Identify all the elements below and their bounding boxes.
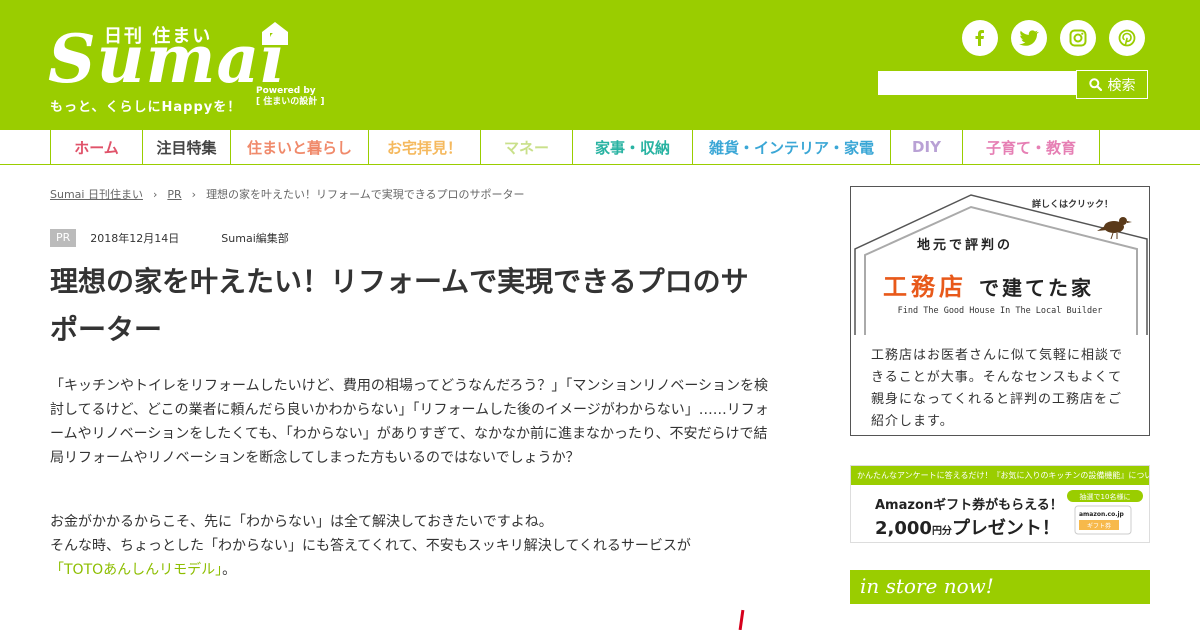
ad2-top-strip: かんたんなアンケートに答えるだけ！『お気に入りのキッチンの設備機能』について (851, 466, 1149, 485)
chevron-right-icon: › (152, 187, 158, 201)
nav-item-living[interactable]: 住まいと暮らし (231, 130, 369, 164)
gift-card-badge: 抽選で10名様に amazon.co.jp ギフト券 (1067, 490, 1143, 535)
nav-item-house-tour[interactable]: お宅拝見！ (369, 130, 481, 164)
ad-heading-builder: 工務店 (883, 273, 967, 301)
main-nav: ホーム 注目特集 住まいと暮らし お宅拝見！ マネー 家事・収納 雑貨・インテリ… (50, 130, 1151, 164)
toto-remodel-link[interactable]: 「TOTOあんしんリモデル」 (50, 562, 222, 578)
badge-gift-text: ギフト券 (1087, 522, 1111, 530)
article-text: そんな時、ちょっとした「わからない」にも答えてくれて、不安もスッキリ解決してくれ… (50, 538, 691, 554)
twitter-link[interactable] (1011, 20, 1047, 56)
ad-description: 工務店はお医者さんに似て気軽に相談できることが大事。そんなセンスもよくて親身にな… (871, 348, 1124, 429)
nav-item-housework[interactable]: 家事・収納 (573, 130, 693, 164)
article-text: お金がかかるからこそ、先に「わからない」は全て解決しておきたいですよね。 (50, 514, 553, 530)
nav-item-features[interactable]: 注目特集 (143, 130, 231, 164)
pinterest-link[interactable] (1109, 20, 1145, 56)
logo-powered-publisher: [ 住まいの設計 ] (256, 97, 325, 107)
instagram-link[interactable] (1060, 20, 1096, 56)
breadcrumb-current: 理想の家を叶えたい！リフォームで実現できるプロのサポーター (206, 188, 525, 201)
article-date: 2018年12月14日 (90, 232, 180, 245)
builder-ad-banner[interactable]: 詳しくはクリック！ 地元で評判の 工務店 で建てた家 Find The Good… (850, 186, 1150, 436)
logo-tagline: もっと、くらしにHappyを！ (50, 100, 242, 115)
in-store-now-heading: in store now! (850, 570, 1150, 604)
site-header: 日刊 住まい Sumai Powered by [ 住まいの設計 ] もっと、く… (0, 0, 1200, 130)
search-button[interactable]: 検索 (1076, 70, 1148, 99)
ad-click-label: 詳しくはクリック！ (1032, 198, 1113, 210)
site-logo[interactable]: 日刊 住まい Sumai Powered by [ 住まいの設計 ] もっと、く… (48, 18, 338, 118)
nav-divider (0, 164, 1200, 165)
facebook-link[interactable] (962, 20, 998, 56)
ad2-present: プレゼント！ (951, 518, 1060, 539)
bird-icon (1097, 217, 1132, 240)
amazon-gift-ad-banner[interactable]: かんたんなアンケートに答えるだけ！『お気に入りのキッチンの設備機能』について A… (850, 465, 1150, 543)
pinterest-icon (1118, 29, 1136, 47)
ad2-headline: Amazonギフト券がもらえる！ (875, 498, 1063, 513)
ad2-amount: 2,000 (875, 518, 932, 539)
nav-item-diy[interactable]: DIY (891, 130, 963, 164)
ad-house-illustration: 詳しくはクリック！ 地元で評判の 工務店 で建てた家 Find The Good… (851, 187, 1149, 335)
article-title: 理想の家を叶えたい！リフォームで実現できるプロのサポーター (50, 265, 749, 346)
ad-heading-english: Find The Good House In The Local Builder (898, 306, 1103, 316)
logo-powered-line: Powered by (256, 86, 316, 96)
badge-lottery-text: 抽選で10名様に (1080, 492, 1131, 501)
breadcrumb-home[interactable]: Sumai 日刊住まい (50, 186, 143, 202)
facebook-icon (975, 30, 984, 46)
article-paragraph: お金がかかるからこそ、先に「わからない」は全て解決しておきたいですよね。 そんな… (50, 510, 774, 582)
search-button-label: 検索 (1107, 77, 1136, 94)
ad-heading-small: 地元で評判の (917, 237, 1013, 253)
nav-item-interior[interactable]: 雑貨・インテリア・家電 (693, 130, 891, 164)
nav-item-home[interactable]: ホーム (51, 130, 143, 164)
article-text: 。 (222, 562, 237, 578)
badge-amazon-text: amazon.co.jp (1079, 511, 1125, 518)
ad2-unit: 円分 (931, 526, 952, 537)
breadcrumb-category[interactable]: PR (167, 188, 181, 201)
article-meta: PR 2018年12月14日 Sumai編集部 (50, 229, 289, 247)
instagram-icon (1069, 29, 1087, 47)
pr-badge[interactable]: PR (50, 229, 77, 247)
breadcrumb: Sumai 日刊住まい › PR › 理想の家を叶えたい！リフォームで実現できる… (50, 186, 525, 202)
chevron-right-icon: › (191, 187, 197, 201)
nav-item-money[interactable]: マネー (481, 130, 573, 164)
logo-wordmark: Sumai (48, 20, 287, 98)
logo-powered-by: Powered by [ 住まいの設計 ] (256, 86, 325, 108)
search-icon (1088, 78, 1102, 91)
ad2-offer: 2,000円分プレゼント！ (875, 514, 1060, 540)
in-store-label: in store now! (860, 574, 994, 598)
ad-heading-built-house: で建てた家 (979, 276, 1094, 300)
twitter-icon (1019, 30, 1039, 46)
search-input[interactable] (878, 71, 1076, 95)
red-pen-mark (738, 609, 745, 630)
nav-item-parenting[interactable]: 子育て・教育 (963, 130, 1100, 164)
article-author[interactable]: Sumai編集部 (221, 230, 288, 246)
article-paragraph: 「キッチンやトイレをリフォームしたいけど、費用の相場ってどうなんだろう？」「マン… (50, 378, 769, 466)
